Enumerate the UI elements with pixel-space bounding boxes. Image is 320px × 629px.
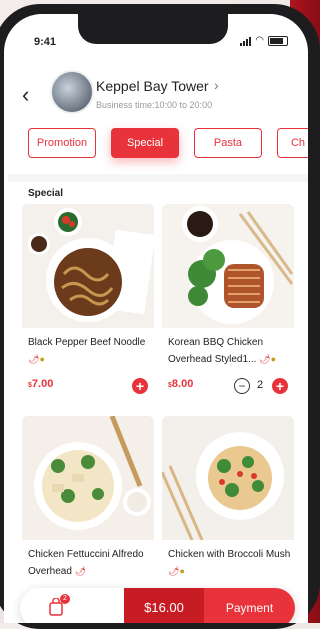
add-button[interactable]: + [272, 378, 288, 394]
chili-icon: 🌶 [259, 354, 271, 364]
product-price: $7.00 [28, 378, 54, 390]
status-icons: ◠ [240, 36, 288, 46]
product-image [22, 204, 154, 328]
product-card[interactable]: Chicken with Broccoli Mush 🌶● [162, 416, 294, 596]
product-name: Chicken with Broccoli Mush 🌶● [168, 549, 291, 576]
tab-pasta[interactable]: Pasta [194, 128, 262, 158]
app-screen: 9:41 ◠ ‹ Keppel Bay Tower › Business tim… [4, 14, 308, 623]
cart-bar: 2 $16.00 Payment [20, 588, 295, 623]
store-avatar [50, 70, 94, 114]
tab-special[interactable]: Special [111, 128, 179, 158]
chevron-right-icon[interactable]: › [214, 77, 219, 93]
cart-count-badge: 2 [60, 594, 70, 604]
tab-promotion[interactable]: Promotion [28, 128, 96, 158]
corn-icon: ● [39, 354, 45, 364]
minus-button[interactable]: − [234, 378, 250, 394]
product-name: Black Pepper Beef Noodle 🌶● [28, 337, 146, 364]
signal-icon [240, 36, 252, 46]
product-card[interactable]: Korean BBQ Chicken Overhead Styled1... 🌶… [162, 204, 294, 404]
divider [8, 174, 308, 182]
product-card[interactable]: Chicken Fettuccini Alfredo Overhead 🌶 [22, 416, 154, 596]
add-button[interactable]: + [132, 378, 148, 394]
product-image [162, 416, 294, 541]
tab-chicken[interactable]: Ch [277, 128, 308, 158]
wifi-icon: ◠ [255, 35, 264, 46]
product-price: $8.00 [168, 378, 194, 390]
business-time: Business time:10:00 to 20:00 [96, 100, 213, 110]
battery-icon [268, 36, 288, 46]
store-name[interactable]: Keppel Bay Tower [96, 78, 209, 94]
notch [78, 14, 228, 44]
chili-icon: 🌶 [28, 354, 40, 364]
quantity-value: 2 [257, 379, 264, 391]
category-tabs: Promotion Special Pasta Ch [28, 128, 308, 158]
payment-button[interactable]: Payment [204, 588, 295, 623]
back-chevron-icon[interactable]: ‹ [22, 84, 29, 106]
chili-icon: 🌶 [168, 566, 180, 576]
product-image [22, 416, 154, 540]
product-name: Korean BBQ Chicken Overhead Styled1... 🌶… [168, 337, 277, 365]
section-title: Special [28, 188, 64, 199]
cart-total: $16.00 [124, 588, 204, 623]
status-time: 9:41 [34, 36, 57, 48]
product-name: Chicken Fettuccini Alfredo Overhead 🌶 [28, 549, 144, 577]
product-image [162, 204, 294, 328]
corn-icon: ● [179, 566, 185, 576]
corn-icon: ● [270, 354, 277, 364]
chili-icon: 🌶 [74, 566, 87, 576]
product-card[interactable]: Black Pepper Beef Noodle 🌶● $7.00 + [22, 204, 154, 404]
